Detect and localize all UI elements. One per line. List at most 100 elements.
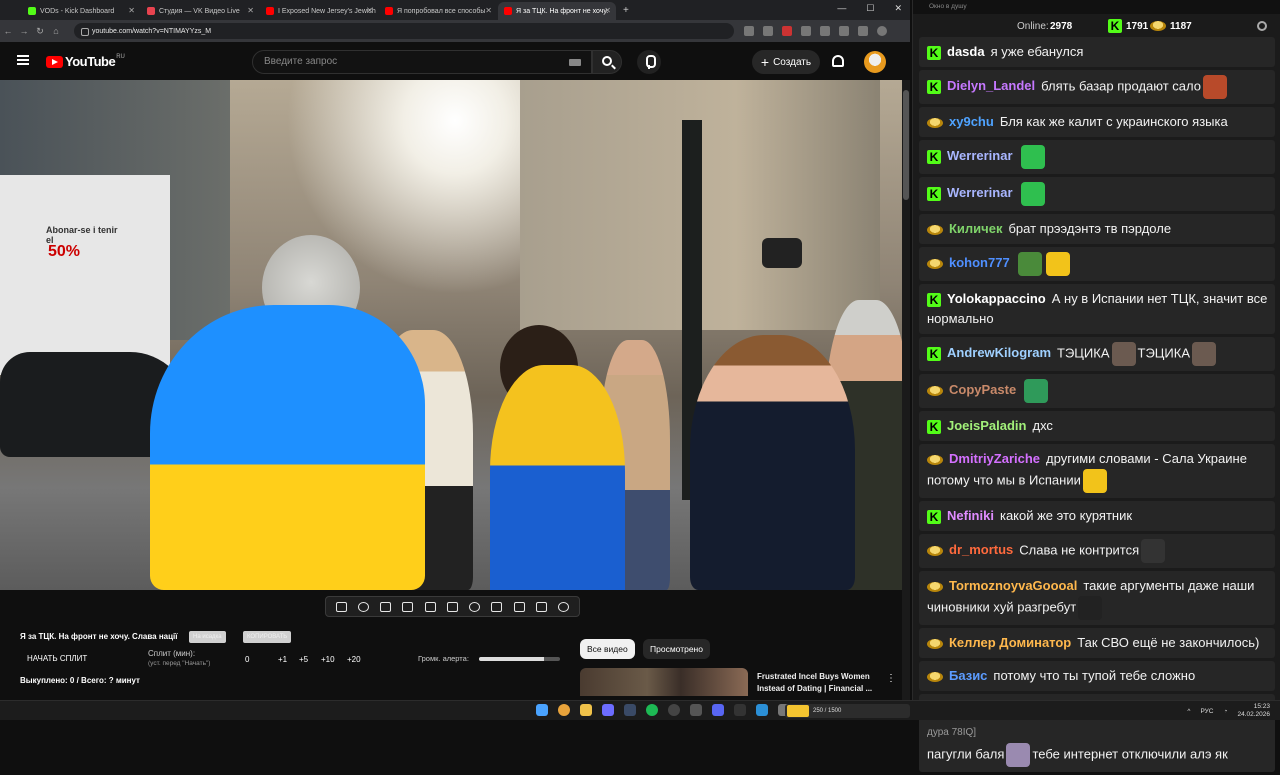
app-icon[interactable] [734, 704, 746, 716]
chat-username[interactable]: Келлер Доминатор [949, 635, 1071, 650]
loop-icon[interactable] [335, 601, 347, 612]
url-field[interactable]: youtube.com/watch?v=NTIMAYYzs_M [74, 23, 734, 39]
chat-username[interactable]: Базис [949, 668, 987, 683]
kick-icon: K [927, 80, 941, 94]
chip-all-videos[interactable]: Все видео [580, 639, 635, 659]
chat-username[interactable]: TormoznoyvaGoooal [949, 578, 1077, 593]
chat-username[interactable]: CopyPaste [949, 382, 1016, 397]
gear-icon[interactable] [558, 601, 570, 612]
chat-username[interactable]: Werrerinar [947, 148, 1013, 163]
split-hint: (уст. перед "Начать") [148, 660, 211, 667]
extension-icon[interactable] [763, 26, 773, 36]
tab-youtube-1[interactable]: I Exposed New Jersey's Jewish ✕ [260, 2, 378, 20]
extension-icon[interactable] [820, 26, 830, 36]
close-icon[interactable]: ✕ [366, 6, 373, 15]
download-icon[interactable] [858, 26, 868, 36]
chrome-icon[interactable] [558, 704, 570, 716]
flask-icon[interactable] [536, 601, 548, 612]
chat-username[interactable]: Dielyn_Landel [947, 78, 1035, 93]
scrollbar-thumb[interactable] [903, 90, 909, 200]
avatar[interactable] [864, 51, 886, 73]
chat-username[interactable]: AndrewKilogram [947, 345, 1051, 360]
chat-username[interactable]: JoeisPaladin [947, 418, 1026, 433]
recommendation-title[interactable]: Frustrated Incel Buys Women Instead of D… [757, 671, 882, 695]
forward-icon[interactable]: → [16, 26, 32, 36]
video-player[interactable]: Abonar-se i tenir el 50% [0, 80, 910, 590]
obs-icon[interactable] [668, 704, 680, 716]
chat-username[interactable]: kohon777 [949, 255, 1010, 270]
chat-username[interactable]: dasda [947, 44, 985, 59]
youtube-logo[interactable]: YouTube RU [46, 54, 125, 69]
settings-icon[interactable] [1257, 21, 1267, 31]
microphone-icon[interactable] [637, 50, 661, 74]
clock[interactable]: 15:23 24.02.2026 [1237, 703, 1270, 719]
search-button[interactable] [592, 50, 622, 74]
windows-start-icon[interactable] [536, 704, 548, 716]
tab-vk-studio[interactable]: Студия — VK Видео Live ✕ [141, 2, 259, 20]
network-icon[interactable]: ◔ [1224, 708, 1228, 715]
add-1-button[interactable]: +1 [278, 655, 287, 664]
tab-kick-vods[interactable]: VODs - Kick Dashboard ✕ [22, 2, 140, 20]
chat-message: kohon777 [919, 247, 1275, 281]
chat-username[interactable]: dr_mortus [949, 542, 1013, 557]
tab-youtube-active[interactable]: Я за ТЦК. На фронт не хочу. ✕ [498, 2, 616, 20]
extension-icon[interactable] [801, 26, 811, 36]
maximize-icon[interactable]: ☐ [866, 3, 874, 14]
search-input[interactable]: Введите запрос [252, 50, 592, 74]
reload-icon[interactable]: ↻ [32, 26, 48, 37]
keyboard-icon[interactable] [569, 59, 581, 66]
chat-username[interactable]: Nefiniki [947, 508, 994, 523]
chat-username[interactable]: DmitriyZariche [949, 451, 1040, 466]
tag-button[interactable]: На исадка [189, 631, 226, 643]
frames-icon[interactable] [446, 601, 458, 612]
profile-icon[interactable] [877, 26, 887, 36]
chat-username[interactable]: Werrerinar [947, 185, 1013, 200]
language-indicator[interactable]: РУС [1200, 708, 1213, 715]
chat-username[interactable]: xy9chu [949, 114, 994, 129]
menu-icon[interactable] [17, 55, 29, 65]
new-tab-button[interactable]: + [623, 2, 629, 20]
start-split-button[interactable]: НАЧАТЬ СПЛИТ [27, 654, 87, 663]
speed-icon[interactable] [469, 601, 481, 612]
split-label: Сплит (мин): [148, 649, 196, 658]
app-icon[interactable] [756, 704, 768, 716]
close-icon[interactable]: ✕ [485, 6, 492, 15]
extension-icon[interactable] [744, 26, 754, 36]
alert-volume-slider[interactable] [479, 657, 560, 661]
spotify-icon[interactable] [646, 704, 658, 716]
close-window-icon[interactable]: ✕ [894, 3, 902, 14]
close-icon[interactable]: ✕ [128, 6, 135, 15]
extension-icon[interactable] [839, 26, 849, 36]
chat-username[interactable]: Киличек [949, 221, 1002, 236]
close-icon[interactable]: ✕ [247, 6, 254, 15]
folder-icon[interactable] [580, 704, 592, 716]
home-icon[interactable]: ⌂ [48, 26, 64, 36]
notifications-icon[interactable] [832, 55, 844, 67]
pip-icon[interactable] [424, 601, 436, 612]
extension-icon[interactable] [782, 26, 792, 36]
camera-icon[interactable] [513, 601, 525, 612]
steam-icon[interactable] [624, 704, 636, 716]
discord-icon[interactable] [712, 704, 724, 716]
chevron-up-icon[interactable]: ^ [1187, 708, 1190, 715]
app-icon[interactable] [690, 704, 702, 716]
add-10-button[interactable]: +10 [321, 655, 335, 664]
broadcast-icon[interactable] [357, 601, 369, 612]
recommendation-thumbnail[interactable] [580, 668, 748, 696]
app-icon[interactable] [602, 704, 614, 716]
chip-watched[interactable]: Просмотрено [643, 639, 710, 659]
copy-button[interactable]: КОПИРОВАТЬ [243, 631, 292, 643]
film-icon[interactable] [402, 601, 414, 612]
close-icon[interactable]: ✕ [604, 6, 611, 15]
add-20-button[interactable]: +20 [347, 655, 361, 664]
record-icon[interactable] [380, 601, 392, 612]
tab-youtube-2[interactable]: Я попробовал все способы ✕ [379, 2, 497, 20]
add-clip-icon[interactable] [491, 601, 503, 612]
more-options-icon[interactable]: ⋮ [886, 673, 896, 684]
add-5-button[interactable]: +5 [299, 655, 308, 664]
chat-username[interactable]: Yolokappaccino [947, 291, 1046, 306]
back-icon[interactable]: ← [0, 26, 16, 36]
create-button[interactable]: + Создать [752, 50, 820, 74]
minimize-icon[interactable]: — [837, 3, 846, 14]
taskbar-widget[interactable]: 250 / 1500 [785, 704, 910, 718]
